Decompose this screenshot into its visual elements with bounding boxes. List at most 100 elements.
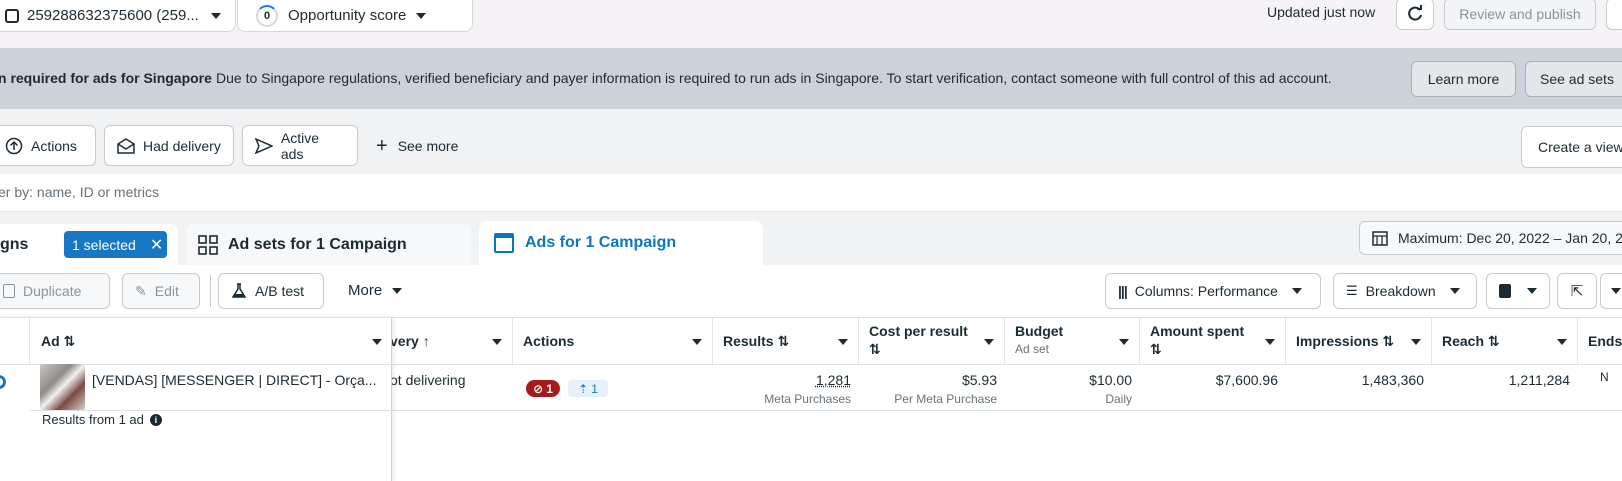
impressions-cell: 1,483,360 (1286, 365, 1432, 411)
tab-campaigns-label: gns (0, 236, 28, 254)
actions-header-label: Actions (523, 333, 574, 349)
columns-button[interactable]: ||| Columns: Performance (1105, 273, 1321, 309)
chevron-down-icon[interactable] (1411, 339, 1421, 345)
amount-header-label: Amount spent (1150, 323, 1244, 339)
chevron-down-icon[interactable] (1119, 339, 1129, 345)
edit-button[interactable]: ✎ Edit (122, 273, 200, 309)
results-value[interactable]: 1,281 (816, 372, 851, 388)
amount-spent-cell: $7,600.96 (1140, 365, 1286, 411)
active-ads-filter-chip[interactable]: Active ads (242, 125, 358, 166)
export-dropdown-button[interactable] (1600, 273, 1622, 309)
close-icon[interactable]: ✕ (150, 235, 163, 255)
had-delivery-filter-label: Had delivery (143, 138, 221, 154)
updated-status: Updated just now (1267, 4, 1375, 20)
row-toggle[interactable] (0, 375, 6, 389)
column-header-ad[interactable]: Ad ⇅ (30, 317, 392, 365)
delivery-cell: ot delivering (392, 365, 513, 411)
active-ads-filter-label: Active ads (281, 130, 345, 162)
results-cell: 1,281 Meta Purchases (713, 365, 859, 411)
see-more-filters-button[interactable]: + See more (376, 138, 458, 154)
date-range-label: Maximum: Dec 20, 2022 – Jan 20, 2 (1398, 230, 1622, 246)
chevron-down-icon[interactable] (492, 339, 502, 345)
column-header-actions[interactable]: Actions (513, 318, 713, 365)
impressions-header-label: Impressions ⇅ (1296, 333, 1394, 350)
reports-button[interactable] (1486, 273, 1550, 309)
more-button[interactable]: More (348, 282, 402, 299)
chevron-down-icon[interactable] (984, 339, 994, 345)
grid-icon (198, 235, 218, 255)
actions-filter-chip[interactable]: Actions (0, 125, 96, 166)
chevron-down-icon (416, 13, 426, 19)
plus-icon: + (376, 139, 388, 153)
chevron-down-icon (211, 13, 221, 19)
see-ad-sets-button[interactable]: See ad sets (1525, 61, 1622, 97)
banner-title: n required for ads for Singapore (0, 70, 212, 86)
ad-header-label: Ad ⇅ (41, 333, 75, 350)
results-sublabel: Meta Purchases (764, 392, 851, 406)
chevron-down-icon[interactable] (1557, 339, 1567, 345)
tab-ad-sets[interactable]: Ad sets for 1 Campaign (186, 224, 471, 265)
opportunity-score-label: Opportunity score (288, 7, 406, 24)
date-range-picker[interactable]: Maximum: Dec 20, 2022 – Jan 20, 2 (1359, 221, 1622, 255)
column-header-impressions[interactable]: Impressions ⇅ (1286, 318, 1432, 365)
overflow-button[interactable] (1606, 0, 1622, 30)
review-and-publish-button[interactable]: Review and publish (1444, 0, 1596, 30)
column-header-ends[interactable]: Ends (1578, 318, 1622, 365)
filter-bar: Actions Had delivery Active ads + See mo… (0, 109, 1622, 174)
top-bar: 259288632375600 (259... 0 Opportunity sc… (0, 0, 1622, 48)
action-count-badge[interactable]: ⇡ 1 (568, 380, 608, 397)
column-header-amount-spent[interactable]: Amount spent ⇅ (1140, 318, 1286, 365)
chevron-down-icon (1527, 288, 1537, 294)
search-input[interactable] (0, 184, 598, 200)
column-header-results[interactable]: Results ⇅ (713, 318, 859, 365)
info-icon[interactable]: i (150, 414, 162, 426)
columns-label: Columns: Performance (1135, 283, 1278, 299)
amount-sort-icon[interactable]: ⇅ (1150, 341, 1162, 358)
opportunity-score-button[interactable]: 0 Opportunity score (237, 0, 473, 32)
chevron-down-icon[interactable] (692, 339, 702, 345)
arrow-up-circle-icon (5, 137, 23, 155)
budget-cell: $10.00 Daily (1005, 365, 1140, 411)
reach-cell: 1,211,284 (1432, 365, 1578, 411)
ends-value: N (1600, 370, 1609, 384)
ad-name[interactable]: [VENDAS] [MESSENGER | DIRECT] - Orça... (92, 372, 382, 388)
column-header-delivery[interactable]: very ↑ (392, 318, 513, 365)
arrow-up-circle-icon: ⇡ (578, 382, 588, 396)
pencil-icon: ✎ (135, 283, 147, 300)
delivery-issue-badge[interactable]: ⊘ 1 (526, 380, 560, 397)
search-bar (0, 174, 1622, 212)
calendar-icon (1372, 230, 1388, 246)
create-view-button[interactable]: Create a view (1521, 126, 1622, 168)
column-header-reach[interactable]: Reach ⇅ (1432, 318, 1578, 365)
ad-thumbnail[interactable] (40, 364, 85, 410)
ab-test-button[interactable]: A/B test (218, 273, 324, 309)
chevron-down-icon[interactable] (1265, 339, 1275, 345)
budget-value: $10.00 (1089, 372, 1132, 388)
select-all-cell[interactable] (0, 317, 30, 365)
duplicate-button[interactable]: Duplicate (0, 273, 110, 309)
export-button[interactable]: ⇱ (1557, 273, 1597, 309)
chevron-down-icon (1292, 288, 1302, 294)
breakdown-button[interactable]: ☰ Breakdown (1333, 273, 1477, 309)
column-header-cost-per-result[interactable]: Cost per result ⇅ (859, 318, 1005, 365)
toolbar-divider (210, 275, 211, 307)
table-toolbar: Duplicate ✎ Edit A/B test More ||| Colum… (0, 265, 1622, 317)
had-delivery-filter-chip[interactable]: Had delivery (104, 125, 234, 166)
tab-ad-sets-label: Ad sets for 1 Campaign (228, 236, 407, 254)
ab-test-label: A/B test (255, 283, 304, 299)
cost-sort-icon[interactable]: ⇅ (869, 341, 881, 358)
send-icon (255, 138, 273, 154)
chevron-down-icon[interactable] (372, 339, 382, 345)
chevron-down-icon (1450, 288, 1460, 294)
refresh-icon (1406, 5, 1424, 23)
column-header-budget[interactable]: Budget Ad set (1005, 318, 1140, 365)
learn-more-button[interactable]: Learn more (1411, 61, 1516, 97)
selected-filter-pill[interactable]: 1 selected ✕ (64, 231, 167, 258)
verification-banner: n required for ads for Singapore Due to … (0, 48, 1622, 109)
tab-ads[interactable]: Ads for 1 Campaign (479, 221, 763, 265)
external-link-icon: ⇱ (1571, 282, 1584, 300)
chevron-down-icon[interactable] (838, 339, 848, 345)
ad-account-selector[interactable]: 259288632375600 (259... (0, 0, 236, 32)
amount-spent-value: $7,600.96 (1216, 372, 1278, 388)
refresh-button[interactable] (1396, 0, 1434, 30)
